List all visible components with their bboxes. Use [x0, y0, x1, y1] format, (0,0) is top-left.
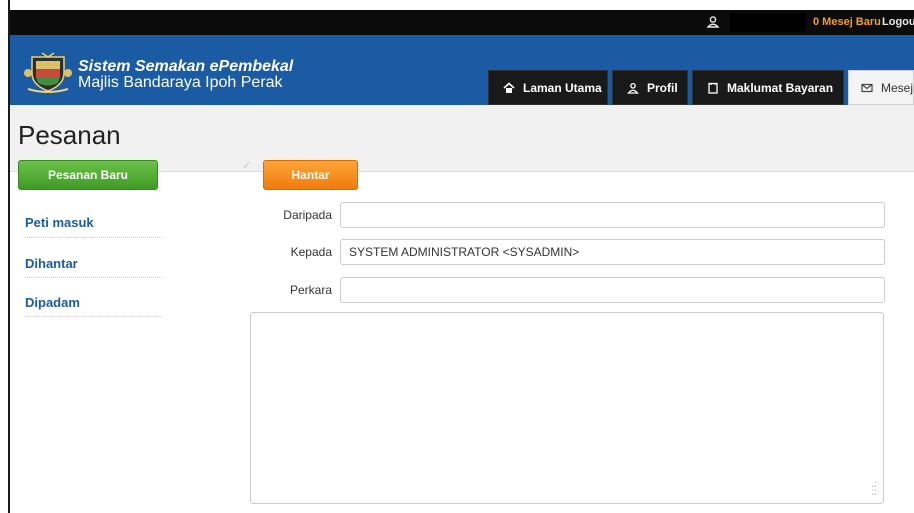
tab-label: Mesej [880, 80, 913, 95]
message-body-textarea[interactable]: .::: [250, 312, 884, 504]
from-field[interactable] [340, 202, 885, 228]
top-bar: 0 Mesej Baru Logou [10, 10, 914, 35]
resize-handle-icon[interactable]: .::: [871, 480, 877, 498]
tab-mesej[interactable]: Mesej [848, 70, 914, 105]
tab-label: Laman Utama [523, 80, 602, 95]
user-icon [706, 16, 720, 28]
mail-icon [861, 83, 873, 92]
sidebar-item-sent[interactable]: Dihantar [25, 256, 78, 271]
sidebar-item-deleted[interactable]: Dipadam [25, 295, 80, 310]
page-title: Pesanan [18, 120, 121, 150]
check-icon: ✓ [242, 158, 253, 172]
user-icon [627, 82, 639, 94]
subject-field[interactable] [340, 277, 885, 303]
from-label: Daripada [283, 208, 332, 222]
tab-profil[interactable]: Profil [612, 70, 688, 105]
user-name-redacted [730, 13, 806, 32]
new-message-button[interactable]: Pesanan Baru [18, 160, 158, 190]
tab-label: Maklumat Bayaran [727, 80, 834, 95]
document-icon [708, 82, 718, 94]
app-window: 0 Mesej Baru Logou Sistem Semakan ePembe… [0, 0, 914, 513]
send-button[interactable]: Hantar [263, 160, 358, 190]
home-icon [503, 81, 515, 93]
to-label: Kepada [290, 245, 332, 259]
site-subtitle: Majlis Bandaraya Ipoh Perak [78, 74, 283, 91]
logout-link[interactable]: Logou [882, 16, 914, 28]
sidebar-divider [25, 316, 162, 317]
sidebar-divider [25, 237, 162, 238]
sidebar-divider [25, 277, 162, 278]
tab-maklumat-bayaran[interactable]: Maklumat Bayaran [692, 70, 844, 105]
crest-logo-icon[interactable] [24, 51, 72, 93]
sidebar-item-inbox[interactable]: Peti masuk [25, 215, 94, 230]
new-messages-link[interactable]: 0 Mesej Baru [813, 16, 881, 28]
tab-label: Profil [647, 80, 678, 95]
subject-label: Perkara [289, 283, 332, 297]
tab-laman-utama[interactable]: Laman Utama [488, 70, 608, 105]
to-field[interactable]: SYSTEM ADMINISTRATOR <SYSADMIN> [340, 239, 885, 265]
